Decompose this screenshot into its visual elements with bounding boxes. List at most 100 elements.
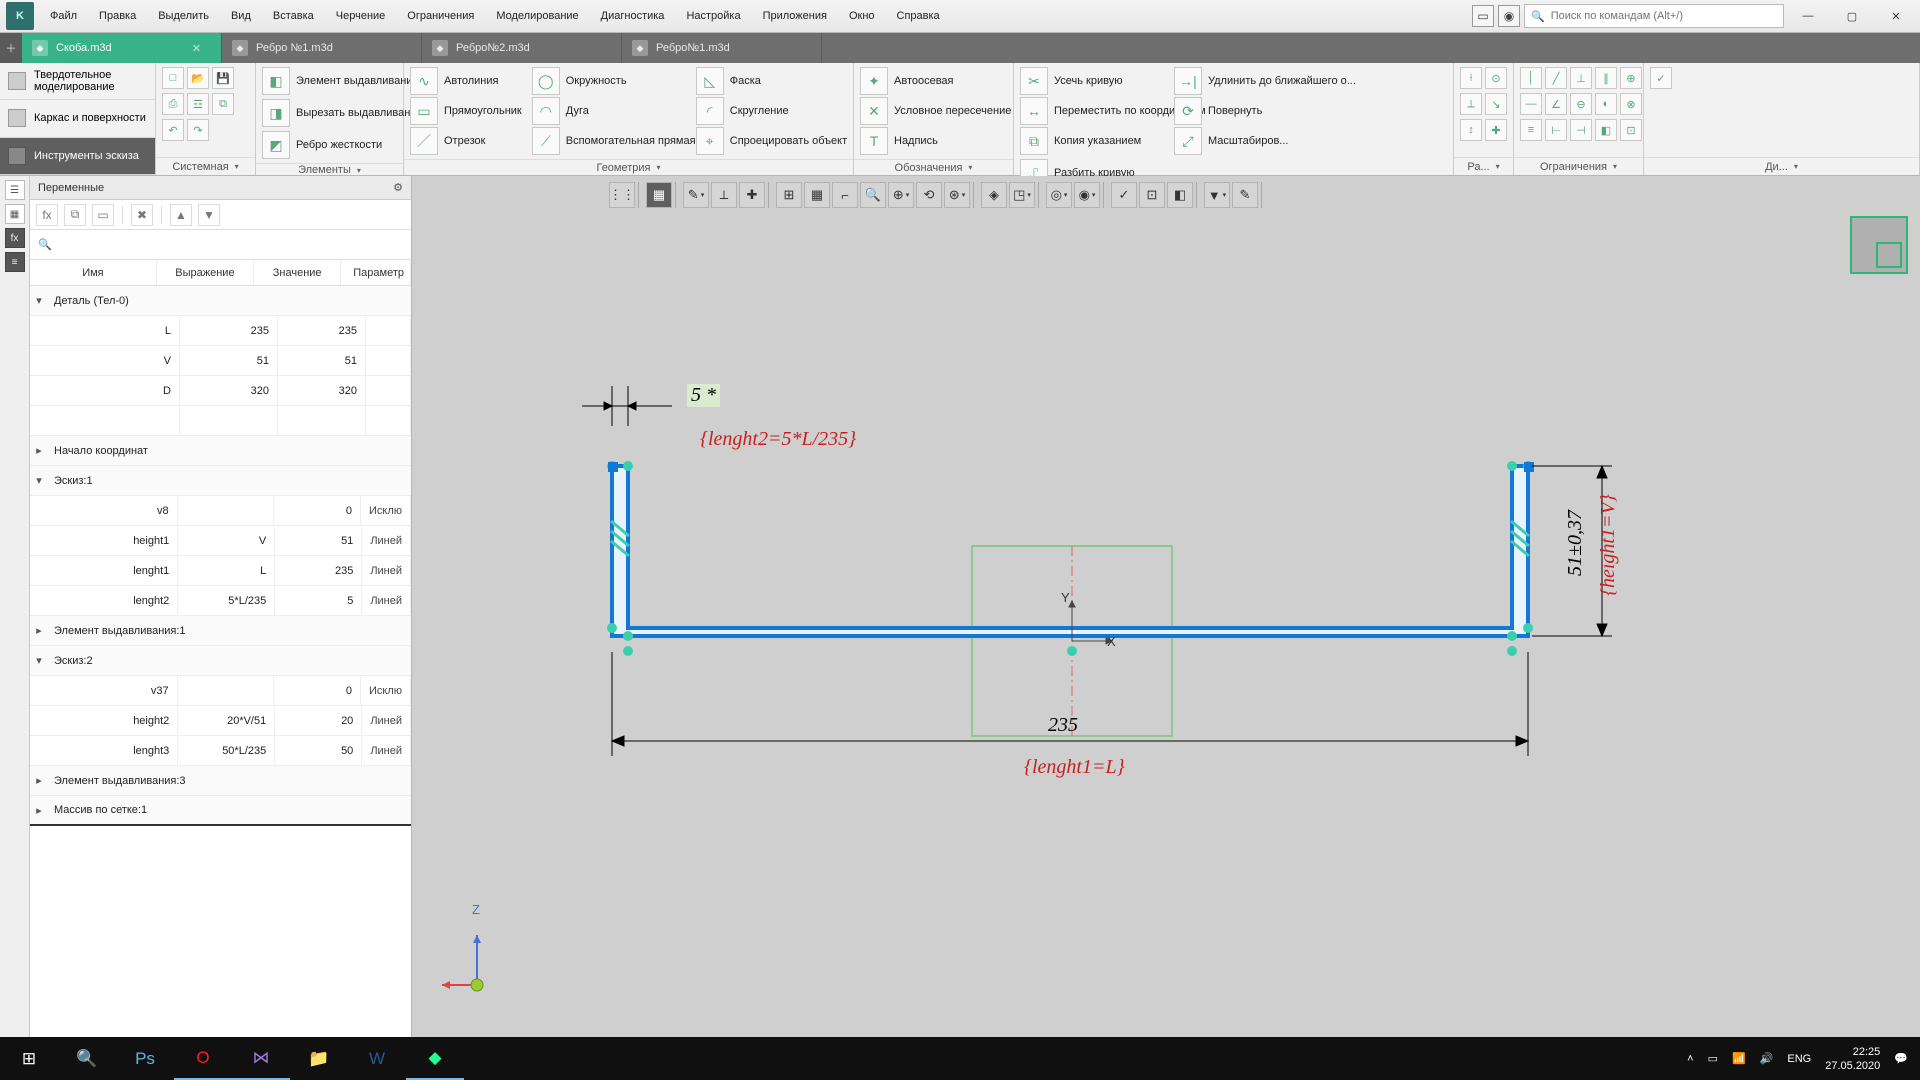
scale-button[interactable]: ⤢Масштабиров... [1174, 127, 1324, 155]
menu-Правка[interactable]: Правка [89, 4, 146, 28]
autoline-button[interactable]: ∿Автолиния [410, 67, 528, 95]
c-icon[interactable]: ⊖ [1570, 93, 1592, 115]
diag-icon[interactable]: ✓ [1650, 67, 1672, 89]
dim-icon[interactable]: ↘ [1485, 93, 1507, 115]
tree-row[interactable]: V5151 [30, 346, 411, 376]
tab[interactable]: ◆Ребро№2.m3d [422, 33, 622, 63]
minimize-button[interactable]: — [1788, 4, 1828, 28]
rotate-button[interactable]: ⟳Повернуть [1174, 97, 1324, 125]
print-icon[interactable]: ⎙ [162, 93, 184, 115]
tree-row[interactable]: height1V51Линей [30, 526, 411, 556]
cross-button[interactable]: ✕Условное пересечение [860, 97, 1000, 125]
mode-button[interactable]: Твердотельное моделирование [0, 63, 155, 100]
tree-group[interactable]: ▸Элемент выдавливания:1 [30, 616, 411, 646]
auxline-button[interactable]: ⟋Вспомогательная прямая [532, 127, 692, 155]
props-icon[interactable]: ☲ [187, 93, 209, 115]
new-icon[interactable]: □ [162, 67, 184, 89]
tree-row[interactable]: height220*V/5120Линей [30, 706, 411, 736]
tree-group[interactable]: ▸Элемент выдавливания:3 [30, 766, 411, 796]
dim-icon[interactable]: ⟊ [1460, 67, 1482, 89]
mode-button[interactable]: Каркас и поверхности [0, 100, 155, 137]
tree-row[interactable]: D320320 [30, 376, 411, 406]
search-button[interactable]: 🔍 [58, 1037, 116, 1080]
extend-button[interactable]: →|Удлинить до ближайшего о... [1174, 67, 1324, 95]
lang-indicator[interactable]: ENG [1787, 1053, 1811, 1065]
menu-Моделирование[interactable]: Моделирование [486, 4, 588, 28]
copy-cmd-button[interactable]: ⧉Копия указанием [1020, 127, 1170, 155]
tree-row[interactable]: L235235 [30, 316, 411, 346]
menu-Приложения[interactable]: Приложения [753, 4, 837, 28]
tree-row[interactable]: lenght25*L/2355Линей [30, 586, 411, 616]
save-icon[interactable]: 💾 [212, 67, 234, 89]
menu-Файл[interactable]: Файл [40, 4, 87, 28]
battery-icon[interactable]: ▭ [1708, 1052, 1718, 1065]
down-icon[interactable]: ▼ [198, 204, 220, 226]
notifications-icon[interactable]: 💬 [1894, 1052, 1908, 1065]
autooseva-button[interactable]: ✦Автоосевая [860, 67, 1000, 95]
menu-Черчение[interactable]: Черчение [326, 4, 396, 28]
variables-search-input[interactable] [58, 239, 403, 251]
c-icon[interactable]: ◐ [1595, 93, 1617, 115]
tree-group[interactable]: ▸Начало координат [30, 436, 411, 466]
rectangle-button[interactable]: ▭Прямоугольник [410, 97, 528, 125]
menu-Ограничения[interactable]: Ограничения [397, 4, 484, 28]
command-search[interactable]: 🔍 [1524, 4, 1784, 28]
menu-Выделить[interactable]: Выделить [148, 4, 219, 28]
trim-button[interactable]: ✂Усечь кривую [1020, 67, 1170, 95]
tree-group[interactable]: ▸Массив по сетке:1 [30, 796, 411, 826]
mode-button[interactable]: Инструменты эскиза [0, 138, 155, 175]
arc-button[interactable]: ◠Дуга [532, 97, 692, 125]
tab[interactable]: ◆Ребро№1.m3d [622, 33, 822, 63]
c-icon[interactable]: ⊥ [1570, 67, 1592, 89]
del-icon[interactable]: ✖ [131, 204, 153, 226]
tree-group[interactable]: ▾Эскиз:1 [30, 466, 411, 496]
word-icon[interactable]: W [348, 1037, 406, 1080]
dim-icon[interactable]: ↕ [1460, 119, 1482, 141]
canvas[interactable]: ⋮⋮ ▦ ✎▾⟂✚ ⊞▦⌐🔍⊕▾⟲⊛▾ ◈◳▾ ◎▾◉▾ ✓⊡◧ ▼▾✎ [412, 176, 1920, 1037]
link-icon[interactable]: ⧉ [64, 204, 86, 226]
undo-icon[interactable]: ↶ [162, 119, 184, 141]
project-button[interactable]: ⌖Спроецировать объект [696, 127, 846, 155]
tab[interactable]: ◆Ребро №1.m3d [222, 33, 422, 63]
dim-icon[interactable]: ⟂ [1460, 93, 1482, 115]
gear-icon[interactable]: ⚙ [393, 181, 403, 194]
menu-Вставка[interactable]: Вставка [263, 4, 324, 28]
kompas-icon[interactable]: ◆ [406, 1037, 464, 1080]
tree-row[interactable]: lenght1L235Линей [30, 556, 411, 586]
tree-row[interactable]: v370Исклю [30, 676, 411, 706]
c-icon[interactable]: ⊣ [1570, 119, 1592, 141]
layout-icon[interactable]: ▭ [1472, 5, 1494, 27]
dim-icon[interactable]: ✚ [1485, 119, 1507, 141]
dim-icon[interactable]: ⊙ [1485, 67, 1507, 89]
menu-Вид[interactable]: Вид [221, 4, 261, 28]
extrude-button[interactable]: ◧Элемент выдавливания [262, 67, 424, 95]
fillet-button[interactable]: ◜Скругление [696, 97, 846, 125]
rib-button[interactable]: ◩Ребро жесткости [262, 131, 388, 159]
tree-group[interactable]: ▾Деталь (Тел-0) [30, 286, 411, 316]
vscode-icon[interactable]: ⋈ [232, 1037, 290, 1080]
menu-Диагностика[interactable]: Диагностика [591, 4, 675, 28]
more-icon[interactable]: ≡ [5, 252, 25, 272]
libs-icon[interactable]: ▦ [5, 204, 25, 224]
menu-Окно[interactable]: Окно [839, 4, 885, 28]
add-tab-button[interactable]: ＋ [0, 33, 22, 63]
clock[interactable]: 22:2527.05.2020 [1825, 1045, 1880, 1073]
c-icon[interactable]: ∥ [1595, 67, 1617, 89]
tray-up-icon[interactable]: ˄ [1687, 1053, 1693, 1065]
c-icon[interactable]: ⊕ [1620, 67, 1642, 89]
opera-icon[interactable]: O [174, 1037, 232, 1080]
segment-button[interactable]: ／Отрезок [410, 127, 528, 155]
volume-icon[interactable]: 🔊 [1760, 1052, 1774, 1065]
circle-button[interactable]: ◯Окружность [532, 67, 692, 95]
redo-icon[interactable]: ↷ [187, 119, 209, 141]
copy-icon[interactable]: ⧉ [212, 93, 234, 115]
c-icon[interactable]: │ [1520, 67, 1542, 89]
c-icon[interactable]: ⊗ [1620, 93, 1642, 115]
start-button[interactable]: ⊞ [0, 1037, 58, 1080]
menu-Настройка[interactable]: Настройка [676, 4, 750, 28]
tree-group[interactable]: ▾Эскиз:2 [30, 646, 411, 676]
command-search-input[interactable] [1551, 10, 1777, 22]
wifi-icon[interactable]: 📶 [1732, 1052, 1746, 1065]
menu-Справка[interactable]: Справка [887, 4, 950, 28]
fx-button[interactable]: fx [36, 204, 58, 226]
